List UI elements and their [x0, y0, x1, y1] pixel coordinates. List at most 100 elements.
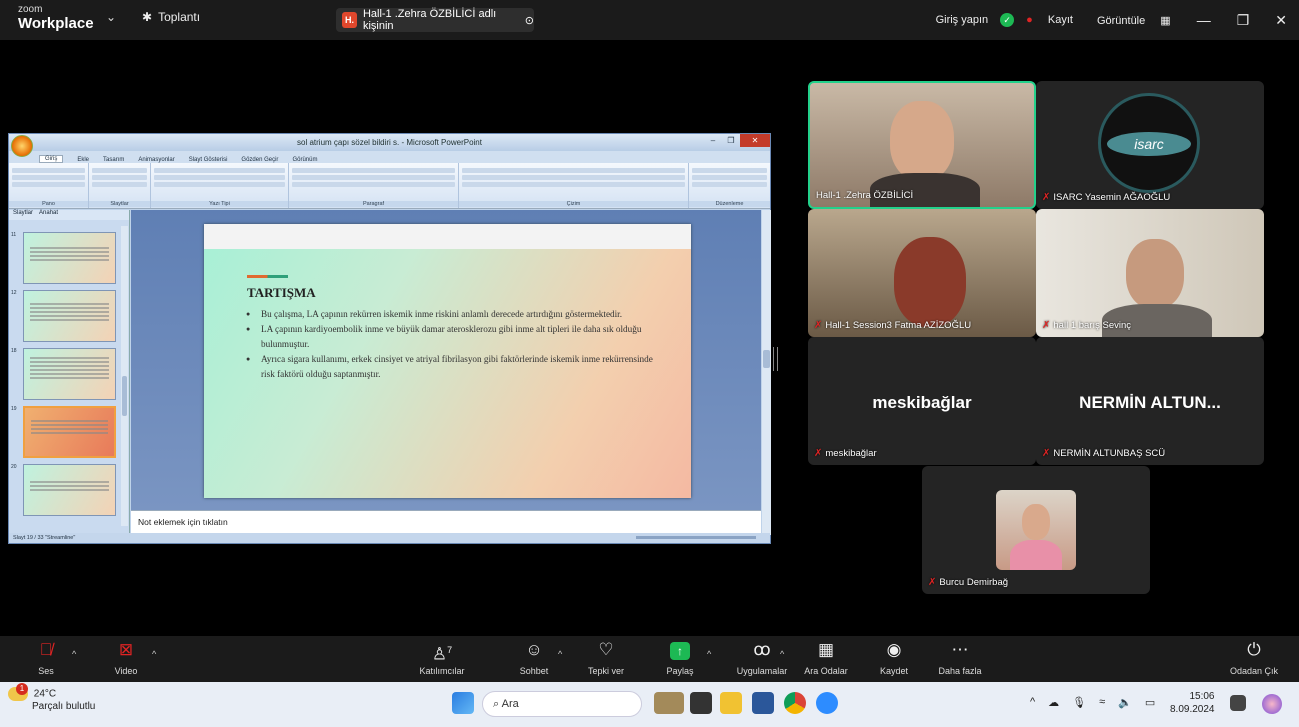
- meeting-controls: 🎙̸ Ses ^ ⊠ Video ^ ♙7 Katılımcılar ☺ Soh…: [0, 636, 1299, 682]
- share-label: Paylaş: [666, 666, 694, 676]
- restore-icon[interactable]: ❐: [1237, 12, 1250, 29]
- windows-start-icon[interactable]: [452, 692, 474, 714]
- video-tile[interactable]: ✗ Burcu Demirbağ: [922, 466, 1150, 594]
- battery-icon[interactable]: ▭: [1145, 696, 1155, 709]
- video-tile[interactable]: isarc ✗ ISARC Yasemin AĞAOĞLU: [1036, 81, 1264, 209]
- video-tile[interactable]: NERMİN ALTUN... ✗ NERMİN ALTUNBAŞ SCÜ: [1036, 337, 1264, 465]
- mic-muted-icon: ✗: [814, 320, 823, 331]
- panel-tab-outline: Anahat: [39, 210, 59, 216]
- taskbar-search[interactable]: ⌕ Ara: [482, 691, 642, 717]
- participant-name: meskibağlar: [825, 448, 877, 459]
- zoom-slider: [636, 536, 756, 539]
- file-explorer-icon[interactable]: [720, 692, 742, 714]
- participant-video: [890, 101, 954, 181]
- weather-badge: 1: [16, 683, 28, 695]
- ribbon-group-paragraph: Paragraf: [289, 163, 459, 208]
- weather-widget[interactable]: 1 24°C Parçalı bulutlu: [8, 683, 96, 713]
- participant-name: Burcu Demirbağ: [939, 577, 1009, 588]
- react-button[interactable]: ♡ Tepki ver: [566, 636, 646, 676]
- share-indicator-text: Hall-1 .Zehra ÖZBİLİCİ adlı kişinin: [362, 8, 497, 32]
- ppt-status-bar: Slayt 19 / 33 "Streamline": [9, 533, 770, 543]
- word-icon[interactable]: [752, 692, 774, 714]
- shared-powerpoint-window: sol atrium çapı sözel bildiri s. - Micro…: [8, 133, 771, 544]
- slide-scrollbar: [762, 210, 771, 535]
- taskbar-clock[interactable]: 15:06 8.09.2024: [1170, 690, 1215, 716]
- weather-desc: Parçalı bulutlu: [32, 701, 96, 712]
- share-options-chevron-icon[interactable]: ^: [707, 649, 711, 659]
- current-slide: TARTIŞMA Bu çalışma, LA çapının rekürren…: [204, 224, 691, 498]
- close-icon[interactable]: ✕: [1275, 12, 1287, 29]
- video-tile-active-speaker[interactable]: Hall-1 .Zehra ÖZBİLİCİ: [808, 81, 1036, 209]
- office-button-icon: [11, 135, 33, 157]
- meeting-menu[interactable]: ✱ Toplantı: [142, 10, 200, 24]
- participants-icon: ♙7: [431, 644, 453, 664]
- taskbar-widget-icon[interactable]: [654, 692, 684, 714]
- minimize-icon[interactable]: —: [1197, 12, 1211, 28]
- more-label: Daha fazla: [938, 666, 982, 676]
- mic-muted-icon: ✗: [928, 577, 937, 588]
- logo-top-text: zoom: [18, 4, 43, 15]
- participant-display-name: meskibağlar: [872, 393, 972, 412]
- record-indicator[interactable]: ● Kayıt: [1026, 14, 1085, 26]
- record-label: Kayıt: [1047, 14, 1073, 26]
- notes-pane: Not eklemek için tıklatın: [131, 510, 761, 535]
- ppt-close-icon: ✕: [740, 134, 770, 147]
- video-options-chevron-icon[interactable]: ^: [152, 649, 156, 659]
- tray-overflow-chevron-icon[interactable]: ^: [1030, 696, 1035, 709]
- ppt-title-bar: sol atrium çapı sözel bildiri s. - Micro…: [9, 134, 770, 157]
- ribbon-group-drawing: Çizim: [459, 163, 689, 208]
- screen-share-indicator[interactable]: H. Hall-1 .Zehra ÖZBİLİCİ adlı kişinin ⊙: [336, 8, 534, 32]
- task-view-icon[interactable]: [690, 692, 712, 714]
- thumb-number: 18: [11, 348, 17, 354]
- slide-thumbnail: [23, 348, 116, 400]
- participant-name: Hall-1 .Zehra ÖZBİLİCİ: [816, 190, 914, 201]
- zoom-workplace-logo[interactable]: zoom Workplace: [18, 4, 94, 32]
- mic-muted-icon: ✗: [1042, 320, 1051, 331]
- video-tile[interactable]: ✗ Hall-1 Session3 Fatma AZİZOĞLU: [808, 209, 1036, 337]
- ppt-slide-panel: Slaytlar Anahat 11 12 18 19 20: [9, 210, 130, 535]
- windows-taskbar: 1 24°C Parçalı bulutlu ⌕ Ara ^ ☁ 🎙 ≈ 🔈 ▭…: [0, 682, 1299, 727]
- tray-app-icon[interactable]: ☁: [1048, 696, 1059, 709]
- notification-icon[interactable]: [1230, 695, 1246, 711]
- chevron-down-icon[interactable]: ⌄: [106, 10, 116, 24]
- volume-icon[interactable]: 🔈: [1118, 696, 1132, 709]
- leave-button[interactable]: ⏻ Odadan Çık: [1214, 636, 1294, 676]
- signin-link[interactable]: Giriş yapın: [936, 14, 989, 26]
- more-dots-icon: ⋯: [951, 640, 969, 659]
- ribbon-group-clipboard: Pano: [9, 163, 89, 208]
- mic-muted-icon: ✗: [1042, 448, 1051, 459]
- ribbon-group-label: Paragraf: [289, 201, 458, 207]
- heart-icon: ♡: [598, 640, 614, 659]
- audio-options-chevron-icon[interactable]: ^: [72, 649, 76, 659]
- splitter-handle[interactable]: [773, 347, 778, 371]
- slide-bullet: Bu çalışma, LA çapının rekürren iskemik …: [246, 307, 656, 322]
- chat-options-chevron-icon[interactable]: ^: [558, 649, 562, 659]
- view-button[interactable]: Görüntüle ▦: [1097, 14, 1171, 27]
- ribbon-group-font: Yazı Tipi: [151, 163, 289, 208]
- video-tile[interactable]: ✗ hall 1 barış Sevinç: [1036, 209, 1264, 337]
- logo-bottom-text: Workplace: [18, 15, 94, 32]
- participant-name: Hall-1 Session3 Fatma AZİZOĞLU: [825, 320, 972, 331]
- ppt-ribbon-tabs: Giriş Ekle Tasarım Animasyonlar Slayt Gö…: [9, 151, 770, 163]
- participants-label: Katılımcılar: [419, 666, 465, 676]
- participant-name: hall 1 barış Sevinç: [1053, 320, 1132, 331]
- more-button[interactable]: ⋯ Daha fazla: [920, 636, 1000, 676]
- ribbon-group-editing: Düzenleme: [689, 163, 770, 208]
- wifi-icon[interactable]: ≈: [1099, 696, 1105, 709]
- shield-check-icon[interactable]: ✓: [1000, 13, 1015, 27]
- leave-label: Odadan Çık: [1229, 666, 1279, 676]
- video-tile[interactable]: meskibağlar ✗ meskibağlar: [808, 337, 1036, 465]
- slide-bullet: Ayrıca sigara kullanımı, erkek cinsiyet …: [246, 352, 656, 382]
- more-options-icon[interactable]: ⊙: [525, 14, 534, 27]
- microphone-icon[interactable]: 🎙: [1072, 696, 1086, 709]
- slide-bullet-list: Bu çalışma, LA çapının rekürren iskemik …: [246, 307, 656, 382]
- chrome-icon[interactable]: [784, 692, 806, 714]
- zoom-app-icon[interactable]: [816, 692, 838, 714]
- participants-button[interactable]: ♙7 Katılımcılar: [402, 636, 482, 676]
- participant-name: ISARC Yasemin AĞAOĞLU: [1053, 192, 1171, 203]
- react-label: Tepki ver: [587, 666, 624, 676]
- ribbon-group-slides: Slaytlar: [89, 163, 151, 208]
- copilot-icon[interactable]: [1262, 694, 1282, 714]
- apps-options-chevron-icon[interactable]: ^: [780, 649, 784, 659]
- ppt-minimize-icon: –: [710, 136, 716, 145]
